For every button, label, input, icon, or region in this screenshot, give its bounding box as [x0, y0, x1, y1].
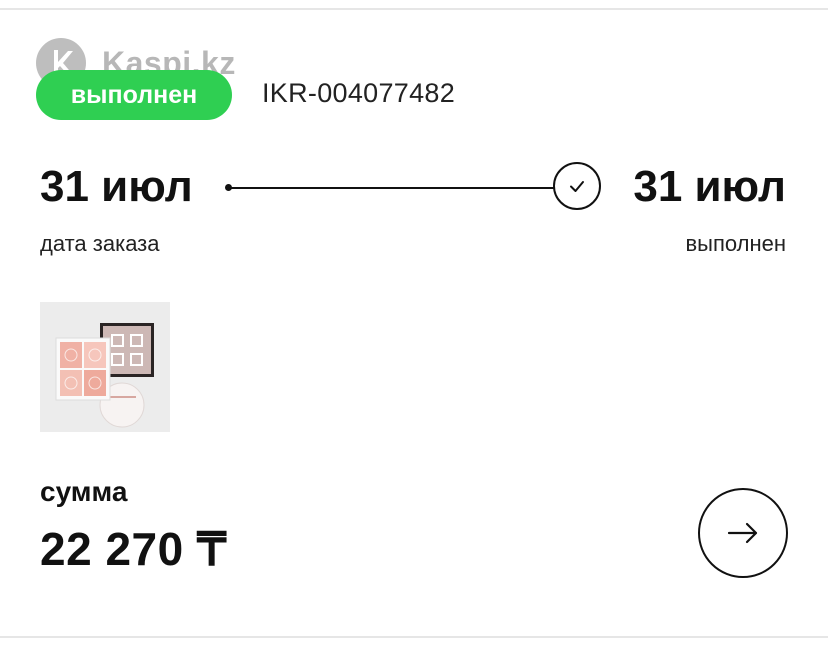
top-divider: [0, 8, 828, 10]
order-number: IKR-004077482: [262, 78, 456, 108]
status-badge: выполнен: [36, 70, 232, 120]
timeline-line: [231, 187, 554, 189]
order-details-button[interactable]: [698, 488, 788, 578]
sum-label: сумма: [40, 476, 128, 507]
completed-date-label: выполнен: [685, 231, 786, 256]
order-date-label: дата заказа: [40, 231, 160, 256]
sum-amount: 22 270 ₸: [40, 523, 227, 575]
completed-date: 31 июл: [633, 162, 786, 211]
product-image[interactable]: [40, 302, 170, 432]
check-icon: [553, 162, 601, 210]
order-date: 31 июл: [40, 162, 193, 211]
bottom-divider: [0, 636, 828, 638]
arrow-right-icon: [727, 522, 758, 544]
